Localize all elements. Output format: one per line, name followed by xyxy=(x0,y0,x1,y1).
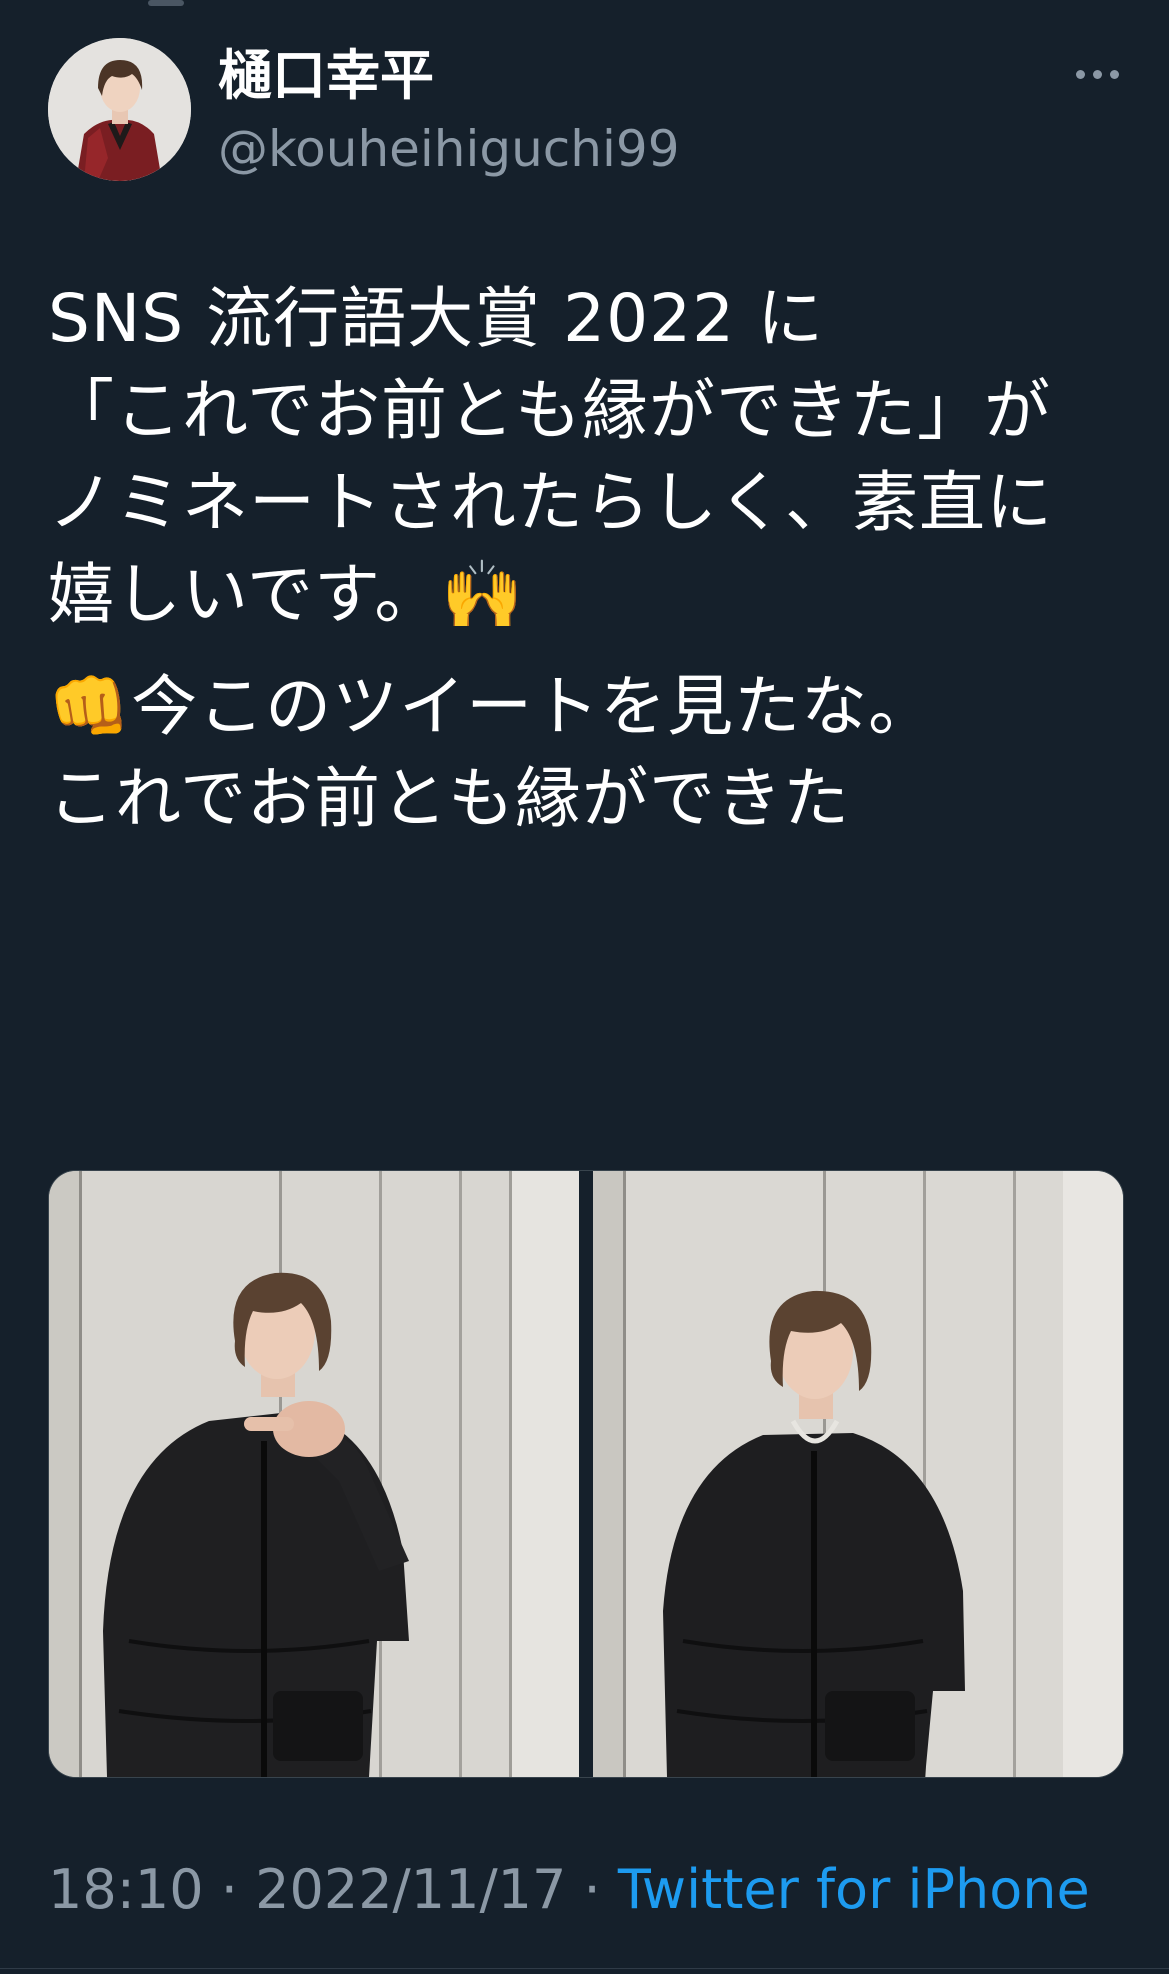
more-options-button[interactable] xyxy=(1068,58,1128,90)
tweet-text: SNS 流行語大賞 2022 に 「これでお前とも縁ができた」が ノミネートされ… xyxy=(48,273,1108,845)
tweet-time[interactable]: 18:10 xyxy=(48,1858,204,1921)
more-horizontal-icon-dot xyxy=(1093,70,1102,79)
status-bar-indicator xyxy=(148,0,184,6)
divider xyxy=(0,1968,1169,1969)
tweet-photo-2[interactable] xyxy=(593,1171,1123,1777)
meta-separator: · xyxy=(566,1858,618,1921)
avatar-image xyxy=(48,38,191,181)
tweet-paragraph: SNS 流行語大賞 2022 に 「これでお前とも縁ができた」が ノミネートされ… xyxy=(48,280,1053,633)
author-display-name[interactable]: 樋口幸平 xyxy=(218,44,434,108)
tweet-photo-1[interactable] xyxy=(49,1171,579,1777)
tweet-meta: 18:10 · 2022/11/17 · Twitter for iPhone xyxy=(48,1858,1090,1922)
tweet-media xyxy=(48,1170,1124,1778)
more-horizontal-icon-dot xyxy=(1110,70,1119,79)
author-handle[interactable]: @kouheihiguchi99 xyxy=(218,118,680,180)
tweet-paragraph: 👊今このツイートを見たな。 これでお前とも縁ができた xyxy=(48,668,936,837)
tweet-header: 樋口幸平 @kouheihiguchi99 xyxy=(48,38,1128,188)
tweet-date[interactable]: 2022/11/17 xyxy=(255,1858,566,1921)
more-horizontal-icon xyxy=(1076,70,1085,79)
tweet-source-link[interactable]: Twitter for iPhone xyxy=(618,1858,1090,1921)
avatar[interactable] xyxy=(48,38,191,181)
meta-separator: · xyxy=(203,1858,256,1921)
